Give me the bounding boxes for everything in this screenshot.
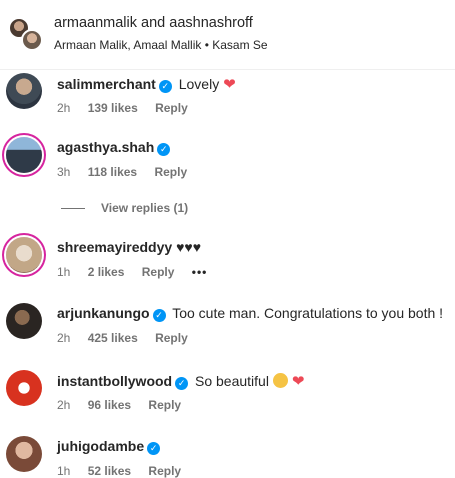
reply-button[interactable]: Reply bbox=[155, 101, 188, 115]
comment-likes[interactable]: 425 likes bbox=[88, 331, 138, 345]
avatar[interactable] bbox=[6, 436, 42, 472]
reply-button[interactable]: Reply bbox=[154, 165, 187, 179]
comment-time[interactable]: 1h bbox=[57, 265, 70, 279]
comment-username[interactable]: instantbollywood bbox=[57, 373, 172, 389]
post-authors[interactable]: armaanmalik and aashnashroff bbox=[54, 15, 253, 31]
avatar[interactable] bbox=[6, 73, 42, 109]
comment-item: salimmerchant ✓ Lovely ❤ 2h 139 likes Rep… bbox=[0, 73, 455, 133]
comment-item: instantbollywood ✓ So beautiful ❤ 2h 96 l… bbox=[0, 370, 455, 430]
comment-meta: 1h 52 likes Reply bbox=[57, 464, 195, 478]
reply-button[interactable]: Reply bbox=[142, 265, 175, 279]
view-replies-button[interactable]: View replies (1) bbox=[61, 201, 188, 215]
comment-text: So beautiful bbox=[195, 373, 269, 389]
reply-button[interactable]: Reply bbox=[155, 331, 188, 345]
reply-button[interactable]: Reply bbox=[148, 398, 181, 412]
comment-body: agasthya.shah ✓ bbox=[57, 139, 173, 156]
comment-likes[interactable]: 52 likes bbox=[88, 464, 131, 478]
avatar[interactable] bbox=[6, 370, 42, 406]
collab-avatars[interactable] bbox=[8, 17, 44, 53]
comment-username[interactable]: salimmerchant bbox=[57, 76, 156, 92]
comment-likes[interactable]: 139 likes bbox=[88, 101, 138, 115]
comment-likes[interactable]: 96 likes bbox=[88, 398, 131, 412]
audio-info[interactable]: Armaan Malik, Amaal Mallik • Kasam Se bbox=[54, 38, 268, 52]
comment-text: Too cute man. Congratulations to you bot… bbox=[172, 305, 444, 321]
comment-item: agasthya.shah ✓ 3h 118 likes Reply bbox=[0, 137, 455, 197]
comment-body: salimmerchant ✓ Lovely ❤ bbox=[57, 75, 236, 93]
comment-time[interactable]: 2h bbox=[57, 101, 70, 115]
comment-item: juhigodambe ✓ 1h 52 likes Reply bbox=[0, 436, 455, 478]
divider bbox=[61, 208, 85, 210]
comment-time[interactable]: 2h bbox=[57, 331, 70, 345]
red-heart-icon: ❤ bbox=[223, 76, 236, 93]
red-heart-icon: ❤ bbox=[291, 373, 305, 390]
comment-likes[interactable]: 118 likes bbox=[88, 165, 137, 179]
comment-item: shreemayireddyy ♥♥♥ 1h 2 likes Reply ••• bbox=[0, 237, 455, 297]
comment-body: juhigodambe ✓ bbox=[57, 438, 163, 455]
comment-body: arjunkanungo ✓ Too cute man. Congratulati… bbox=[57, 305, 443, 322]
view-replies-label: View replies (1) bbox=[101, 201, 189, 215]
comment-meta: 2h 139 likes Reply bbox=[57, 101, 202, 115]
comment-time[interactable]: 1h bbox=[57, 464, 70, 478]
comment-username[interactable]: shreemayireddyy bbox=[57, 239, 172, 255]
comment-time[interactable]: 2h bbox=[57, 398, 70, 412]
more-options-icon[interactable]: ••• bbox=[192, 265, 208, 279]
comment-text: Lovely bbox=[178, 76, 220, 92]
comment-body: instantbollywood ✓ So beautiful ❤ bbox=[57, 372, 304, 390]
comment-meta: 2h 425 likes Reply bbox=[57, 331, 202, 345]
comment-username[interactable]: arjunkanungo bbox=[57, 305, 150, 321]
comment-username[interactable]: juhigodambe bbox=[57, 438, 144, 454]
comment-body: shreemayireddyy ♥♥♥ bbox=[57, 239, 201, 255]
reply-button[interactable]: Reply bbox=[148, 464, 181, 478]
post-header: armaanmalik and aashnashroff Armaan Mali… bbox=[0, 0, 455, 70]
avatar bbox=[21, 29, 43, 51]
comment-meta: 1h 2 likes Reply ••• bbox=[57, 265, 221, 279]
avatar[interactable] bbox=[6, 137, 42, 173]
verified-check-icon: ✓ bbox=[147, 442, 161, 455]
verified-check-icon: ✓ bbox=[152, 309, 166, 322]
verified-check-icon: ✓ bbox=[157, 143, 171, 156]
comment-username[interactable]: agasthya.shah bbox=[57, 139, 154, 155]
comment-meta: 2h 96 likes Reply bbox=[57, 398, 195, 412]
comment-likes[interactable]: 2 likes bbox=[88, 265, 125, 279]
comment-time[interactable]: 3h bbox=[57, 165, 70, 179]
avatar[interactable] bbox=[6, 303, 42, 339]
face-emoji-icon bbox=[272, 373, 288, 388]
comment-meta: 3h 118 likes Reply bbox=[57, 165, 201, 179]
comment-item: arjunkanungo ✓ Too cute man. Congratulati… bbox=[0, 303, 455, 363]
avatar[interactable] bbox=[6, 237, 42, 273]
hearts-emoji: ♥♥♥ bbox=[176, 239, 202, 255]
verified-check-icon: ✓ bbox=[175, 377, 189, 390]
verified-check-icon: ✓ bbox=[158, 80, 172, 93]
